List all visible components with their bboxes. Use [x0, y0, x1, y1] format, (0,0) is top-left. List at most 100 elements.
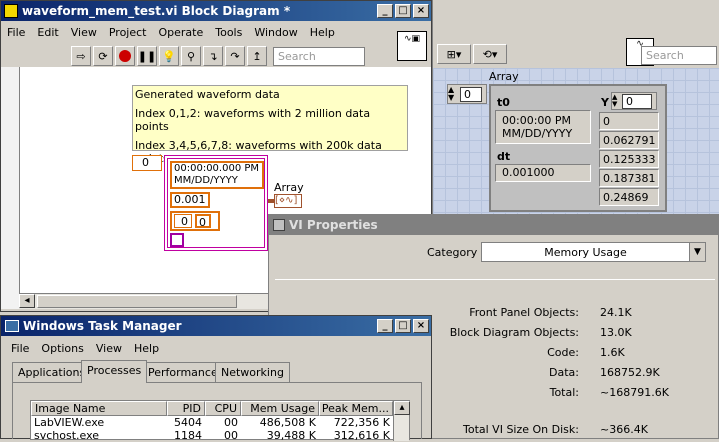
run-arrow-icon[interactable]: ⇨ [71, 46, 91, 66]
fp-array-index-value[interactable]: 0 [460, 86, 482, 102]
process-peak-mem: 312,616 K [333, 429, 390, 442]
scroll-up-arrow-icon[interactable]: ▴ [394, 401, 410, 415]
process-pid: 1184 [174, 429, 202, 442]
column-mem-usage[interactable]: Mem Usage [241, 401, 319, 416]
menu-file[interactable]: File [1, 26, 31, 39]
diagram-hscroll-thumb[interactable] [37, 295, 237, 308]
front-panel-search[interactable]: Search [641, 46, 717, 65]
process-peak-mem: 722,356 K [333, 416, 390, 429]
fp-y-index-control[interactable]: ▲ ▼ 0 [611, 92, 657, 110]
array-indicator-terminal[interactable]: [⋄∿] [274, 194, 302, 208]
tab-processes[interactable]: Processes [81, 360, 148, 383]
task-manager-menubar: File Options View Help [5, 339, 166, 357]
process-name: LabVIEW.exe [34, 416, 105, 429]
table-row[interactable]: LabVIEW.exe 5404 00 486,508 K 722,356 K [31, 416, 393, 429]
fp-dt-display: 0.001000 [495, 164, 591, 182]
tm-close-button[interactable]: × [413, 319, 429, 333]
tab-performance[interactable]: Performance [142, 362, 224, 382]
y-array-index: 0 [174, 214, 192, 228]
fp-t0-time: 00:00:00 PM [502, 114, 572, 127]
waveform-cluster-constant[interactable]: 00:00:00.000 PM MM/DD/YYYY 0.001 0 0 [164, 155, 268, 251]
category-dropdown[interactable]: Memory Usage ▼ [481, 242, 706, 262]
maximize-button[interactable]: □ [395, 4, 411, 18]
close-button[interactable]: × [413, 4, 429, 18]
dt-constant[interactable]: 0.001 [170, 192, 210, 208]
tm-minimize-button[interactable]: _ [377, 319, 393, 333]
minimize-button[interactable]: _ [377, 4, 393, 18]
index-constant[interactable]: 0 [132, 155, 162, 171]
memory-row-value: 24.1K [600, 306, 632, 319]
increment-decrement-icon[interactable]: ▲ ▼ [448, 86, 460, 102]
process-cpu: 00 [224, 429, 238, 442]
fp-t0-display: 00:00:00 PM MM/DD/YYYY [495, 110, 591, 144]
fp-y-value-cell: 0.125333 [599, 150, 659, 168]
column-peak-mem[interactable]: Peak Mem... [319, 401, 393, 416]
menu-window[interactable]: Window [248, 26, 303, 39]
memory-row-value: ~168791.6K [600, 386, 669, 399]
tm-menu-help[interactable]: Help [128, 342, 165, 355]
diagram-left-gutter [1, 67, 19, 309]
scroll-left-arrow-icon[interactable]: ◂ [19, 294, 35, 308]
tm-maximize-button[interactable]: □ [395, 319, 411, 333]
tab-applications[interactable]: Applications [12, 362, 92, 382]
front-panel-canvas[interactable]: Array ▲ ▼ 0 t0 00:00:00 PM MM/DD/YYYY dt … [433, 68, 719, 215]
process-pid: 5404 [174, 416, 202, 429]
tm-menu-options[interactable]: Options [35, 342, 89, 355]
memory-row-value: 1.6K [600, 346, 625, 359]
tm-menu-view[interactable]: View [90, 342, 128, 355]
block-diagram-menubar: File Edit View Project Operate Tools Win… [1, 23, 393, 41]
menu-help[interactable]: Help [304, 26, 341, 39]
fp-y-index-value[interactable]: 0 [622, 93, 652, 109]
timestamp-constant[interactable]: 00:00:00.000 PM MM/DD/YYYY [170, 161, 264, 189]
attributes-constant[interactable] [170, 233, 184, 247]
vi-properties-titlebar[interactable]: VI Properties [269, 215, 718, 235]
menu-view[interactable]: View [65, 26, 103, 39]
table-row[interactable]: svchost.exe 1184 00 39,488 K 312,616 K [31, 429, 393, 442]
labview-app-icon [4, 4, 18, 18]
chevron-down-icon[interactable]: ▼ [689, 243, 705, 261]
column-pid[interactable]: PID [167, 401, 205, 416]
menu-project[interactable]: Project [103, 26, 153, 39]
task-manager-title: Windows Task Manager [23, 319, 182, 333]
reorder-icon[interactable]: ⟲▾ [473, 44, 507, 64]
process-list-scrollbar[interactable]: ▴ [393, 401, 410, 441]
vi-icon[interactable]: ∿▣ [397, 31, 427, 61]
process-list[interactable]: Image Name PID CPU Mem Usage Peak Mem...… [30, 400, 410, 442]
fp-y-value-cell: 0.187381 [599, 169, 659, 187]
retain-wire-values-icon[interactable]: ⚲ [181, 46, 201, 66]
y-increment-decrement-icon[interactable]: ▲ ▼ [612, 94, 622, 108]
menu-operate[interactable]: Operate [152, 26, 209, 39]
block-diagram-titlebar[interactable]: waveform_mem_test.vi Block Diagram * _ □… [1, 1, 431, 21]
block-diagram-title: waveform_mem_test.vi Block Diagram * [22, 4, 291, 18]
process-cpu: 00 [224, 416, 238, 429]
vi-properties-title: VI Properties [289, 218, 378, 232]
pause-icon[interactable]: ❚❚ [137, 46, 157, 66]
column-image-name[interactable]: Image Name [31, 401, 167, 416]
fp-dt-label: dt [497, 150, 511, 163]
step-out-icon[interactable]: ↥ [247, 46, 267, 66]
menu-tools[interactable]: Tools [209, 26, 248, 39]
run-continuously-icon[interactable]: ⟳ [93, 46, 113, 66]
comment-box[interactable]: Generated waveform data Index 0,1,2: wav… [132, 85, 408, 165]
column-cpu[interactable]: CPU [205, 401, 241, 416]
vi-properties-icon [273, 219, 285, 231]
process-name: svchost.exe [34, 429, 100, 442]
comment-line-1: Generated waveform data [135, 88, 280, 101]
fp-array-label: Array [489, 70, 519, 83]
memory-row-value: 168752.9K [600, 366, 660, 379]
fp-array-index-control[interactable]: ▲ ▼ 0 [447, 84, 487, 104]
align-objects-icon[interactable]: ⊞▾ [437, 44, 471, 64]
task-manager-titlebar[interactable]: Windows Task Manager _ □ × [1, 316, 431, 336]
y-array-constant[interactable]: 0 0 [170, 211, 220, 231]
tm-menu-file[interactable]: File [5, 342, 35, 355]
process-list-header: Image Name PID CPU Mem Usage Peak Mem... [31, 401, 393, 416]
highlight-execution-icon[interactable]: 💡 [159, 46, 179, 66]
menu-edit[interactable]: Edit [31, 26, 64, 39]
abort-icon[interactable] [115, 46, 135, 66]
step-into-icon[interactable]: ↴ [203, 46, 223, 66]
dt-value: 0.001 [174, 193, 206, 206]
array-indicator-label: Array [274, 181, 304, 194]
tab-networking[interactable]: Networking [215, 362, 290, 382]
block-diagram-search[interactable]: Search [273, 46, 365, 66]
step-over-icon[interactable]: ↷ [225, 46, 245, 66]
